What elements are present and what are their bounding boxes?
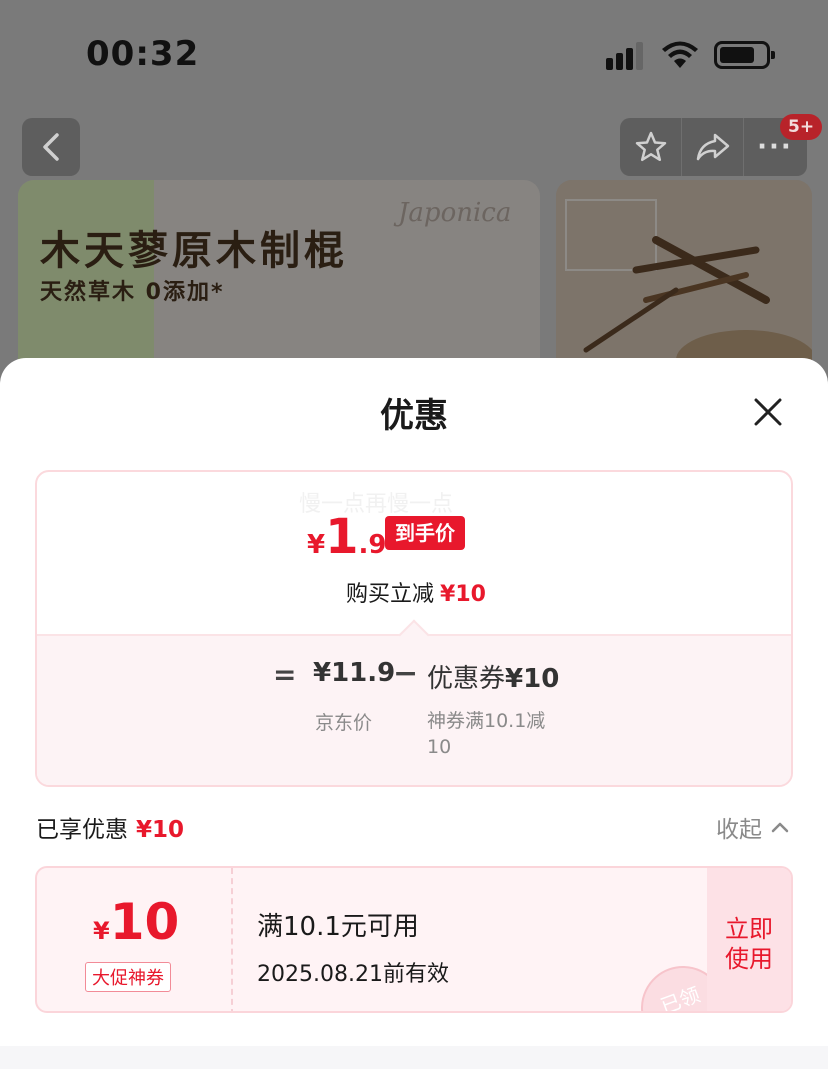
enjoyed-discount-value: ¥10 — [136, 817, 185, 843]
use-now-button[interactable]: 立即使用 — [707, 868, 791, 1011]
chevron-left-icon — [43, 133, 59, 161]
close-button[interactable] — [748, 392, 788, 432]
list-price-label: 京东价 — [315, 712, 373, 734]
collapse-button[interactable]: 收起 — [716, 810, 790, 844]
coupon-validity: 2025.08.21前有效 — [257, 962, 449, 987]
coupon-currency: ¥ — [93, 917, 110, 945]
coupon-card: ¥ 10 大促神券 满10.1元可用 2025.08.21前有效 已领 立即使用 — [35, 866, 793, 1013]
wooden-sticks-image — [556, 180, 812, 380]
share-icon — [696, 133, 729, 161]
coupon-amount-section: ¥ 10 大促神券 — [37, 868, 231, 1011]
list-price: ¥11.9 — [313, 658, 396, 688]
minus-sign: − — [393, 656, 419, 691]
product-page-background: 00:32 ··· 5+ Japonica 木天蓼原木制棍 天然草木 0添加* — [0, 0, 828, 380]
cellular-signal-icon — [606, 42, 648, 70]
coupon-deduction-label: 优惠券 — [427, 664, 506, 694]
collapse-label: 收起 — [716, 817, 762, 843]
final-price-decimal: .9 — [358, 530, 387, 560]
back-button[interactable] — [22, 118, 80, 176]
wifi-icon — [662, 41, 698, 68]
instant-discount-value: ¥10 — [440, 582, 486, 607]
status-bar: 00:32 — [0, 0, 828, 100]
sheet-title: 优惠 — [380, 396, 448, 436]
status-time: 00:32 — [86, 34, 200, 74]
enjoyed-discount: 已享优惠 ¥10 — [36, 810, 184, 844]
chevron-up-icon — [771, 822, 789, 833]
coupon-divider — [231, 868, 233, 1011]
share-button[interactable] — [682, 118, 744, 176]
use-now-label: 立即使用 — [725, 915, 773, 973]
banner-subtitle: 天然草木 0添加* — [40, 280, 225, 305]
coupon-deduction-value: ¥10 — [505, 664, 560, 694]
instant-discount: 购买立减 ¥10 — [37, 576, 791, 608]
bottom-safe-area — [0, 1046, 828, 1069]
cart-badge: 5+ — [780, 114, 823, 140]
final-price-tag: 到手价 — [385, 516, 465, 550]
banner-title: 木天蓼原木制棍 — [40, 228, 348, 274]
claimed-stamp-text: 已领 — [657, 982, 704, 1013]
battery-icon — [714, 41, 775, 69]
price-calculation: = ¥11.9 − 优惠券¥10 京东价 神券满10.1减10 — [37, 619, 791, 785]
banner-decor-text: Japonica — [398, 198, 512, 228]
coupon-type-tag: 大促神券 — [85, 962, 171, 992]
close-icon — [754, 398, 782, 426]
header-actions: ··· — [620, 118, 807, 176]
final-price-integer: 1 — [325, 509, 359, 565]
final-price-currency: ¥ — [307, 530, 326, 560]
pointer-notch — [398, 619, 430, 651]
equals-sign: = — [273, 658, 297, 691]
coupon-condition: 满10.1元可用 — [257, 912, 419, 942]
coupon-value: 10 — [109, 893, 180, 951]
favorite-button[interactable] — [620, 118, 682, 176]
price-breakdown-card: 慢一点再慢一点 ¥ 1 .9 到手价 购买立减 ¥10 = ¥11.9 − 优惠券… — [35, 470, 793, 787]
product-thumbnail[interactable] — [556, 180, 812, 380]
coupon-description: 神券满10.1减10 — [427, 710, 546, 758]
product-banner[interactable]: Japonica 木天蓼原木制棍 天然草木 0添加* — [18, 180, 540, 380]
enjoyed-discount-label: 已享优惠 — [36, 817, 128, 843]
coupon-amount: ¥ 10 — [93, 894, 179, 950]
discount-sheet: 优惠 慢一点再慢一点 ¥ 1 .9 到手价 购买立减 ¥10 = ¥11.9 − … — [0, 358, 828, 1069]
coupon-deduction: 优惠券¥10 — [427, 658, 559, 695]
star-icon — [635, 131, 666, 162]
instant-discount-label: 购买立减 — [346, 582, 435, 607]
final-price: ¥ 1 .9 — [307, 512, 386, 562]
